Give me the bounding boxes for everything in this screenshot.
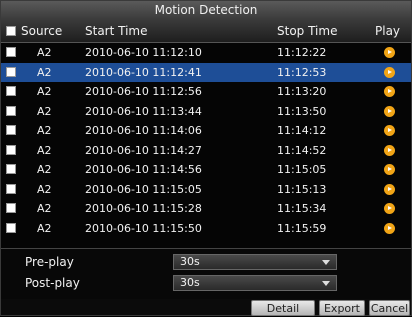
dialog-title: Motion Detection <box>1 1 411 20</box>
row-checkbox[interactable] <box>6 183 16 194</box>
row-source: A2 <box>37 221 52 235</box>
header-source[interactable]: Source <box>21 20 62 42</box>
header-play: Play <box>375 24 401 38</box>
table-row[interactable]: A2 2010-06-10 11:15:05 11:15:13 <box>1 180 411 199</box>
motion-detection-dialog: Motion Detection Source Start Time Stop … <box>0 0 412 316</box>
post-play-select[interactable]: 30s <box>173 275 337 291</box>
row-source: A2 <box>37 124 52 137</box>
play-circle-icon[interactable] <box>384 66 395 78</box>
row-start-time: 2010-06-10 11:15:05 <box>85 182 202 196</box>
header-stop-time[interactable]: Stop Time <box>277 20 337 42</box>
select-all-checkbox[interactable] <box>6 26 16 36</box>
export-button[interactable]: Export <box>319 300 365 316</box>
button-bar: Detail Export Cancel <box>1 299 411 316</box>
row-stop-time: 11:15:59 <box>277 221 327 235</box>
row-source: A2 <box>37 46 52 59</box>
row-checkbox[interactable] <box>6 164 16 174</box>
row-checkbox[interactable] <box>6 47 16 57</box>
table-row[interactable]: A2 2010-06-10 11:13:44 11:13:50 <box>1 102 411 121</box>
table-row[interactable]: A2 2010-06-10 11:15:28 11:15:34 <box>1 199 411 218</box>
row-stop-time: 11:15:13 <box>277 182 327 196</box>
table-row[interactable]: A2 2010-06-10 11:14:27 11:14:52 <box>1 141 411 160</box>
detail-button[interactable]: Detail <box>251 300 315 316</box>
row-checkbox[interactable] <box>6 144 16 155</box>
pre-play-value: 30s <box>180 255 200 268</box>
post-play-value: 30s <box>180 276 200 289</box>
play-circle-icon[interactable] <box>384 164 395 175</box>
row-stop-time: 11:12:53 <box>277 65 327 79</box>
pre-play-label: Pre-play <box>25 255 74 269</box>
playback-settings: Pre-play 30s Post-play 30s <box>1 248 411 299</box>
row-stop-time: 11:14:12 <box>277 124 327 137</box>
play-circle-icon[interactable] <box>384 86 395 97</box>
event-table: Source Start Time Stop Time Play A2 2010-… <box>1 20 411 248</box>
header-start-time[interactable]: Start Time <box>85 20 148 42</box>
table-row[interactable]: A2 2010-06-10 11:12:10 11:12:22 <box>1 43 411 62</box>
row-checkbox[interactable] <box>6 86 16 96</box>
play-circle-icon[interactable] <box>384 222 395 234</box>
row-source: A2 <box>37 163 52 176</box>
table-header: Source Start Time Stop Time Play <box>1 20 411 43</box>
row-source: A2 <box>37 104 52 118</box>
row-start-time: 2010-06-10 11:15:50 <box>85 221 202 235</box>
row-source: A2 <box>37 65 52 79</box>
row-start-time: 2010-06-10 11:12:41 <box>85 65 202 79</box>
table-row[interactable]: A2 2010-06-10 11:12:56 11:13:20 <box>1 82 411 101</box>
row-checkbox[interactable] <box>6 66 16 77</box>
row-source: A2 <box>37 85 52 98</box>
row-start-time: 2010-06-10 11:14:56 <box>85 163 202 176</box>
row-source: A2 <box>37 182 52 196</box>
play-circle-icon[interactable] <box>384 203 395 214</box>
pre-play-select[interactable]: 30s <box>173 254 337 270</box>
row-start-time: 2010-06-10 11:13:44 <box>85 104 202 118</box>
row-stop-time: 11:13:20 <box>277 85 327 98</box>
play-circle-icon[interactable] <box>384 125 395 136</box>
row-start-time: 2010-06-10 11:12:10 <box>85 46 202 59</box>
table-row[interactable]: A2 2010-06-10 11:14:56 11:15:05 <box>1 160 411 179</box>
table-row[interactable]: A2 2010-06-10 11:12:41 11:12:53 <box>1 62 411 82</box>
row-stop-time: 11:13:50 <box>277 104 327 118</box>
row-checkbox[interactable] <box>6 222 16 233</box>
row-stop-time: 11:14:52 <box>277 143 327 157</box>
row-stop-time: 11:12:22 <box>277 46 327 59</box>
row-checkbox[interactable] <box>6 105 16 116</box>
play-circle-icon[interactable] <box>384 183 395 195</box>
table-row[interactable]: A2 2010-06-10 11:14:06 11:14:12 <box>1 121 411 140</box>
play-circle-icon[interactable] <box>384 144 395 156</box>
play-circle-icon[interactable] <box>384 47 395 58</box>
row-start-time: 2010-06-10 11:14:06 <box>85 124 202 137</box>
row-stop-time: 11:15:05 <box>277 163 327 176</box>
row-checkbox[interactable] <box>6 203 16 213</box>
chevron-down-icon <box>322 281 330 286</box>
play-circle-icon[interactable] <box>384 105 395 117</box>
row-start-time: 2010-06-10 11:14:27 <box>85 143 202 157</box>
row-stop-time: 11:15:34 <box>277 202 327 215</box>
table-row[interactable]: A2 2010-06-10 11:15:50 11:15:59 <box>1 219 411 238</box>
row-start-time: 2010-06-10 11:15:28 <box>85 202 202 215</box>
chevron-down-icon <box>322 260 330 265</box>
row-source: A2 <box>37 202 52 215</box>
row-start-time: 2010-06-10 11:12:56 <box>85 85 202 98</box>
row-checkbox[interactable] <box>6 125 16 135</box>
row-source: A2 <box>37 143 52 157</box>
post-play-label: Post-play <box>25 276 80 290</box>
cancel-button[interactable]: Cancel <box>369 300 410 316</box>
